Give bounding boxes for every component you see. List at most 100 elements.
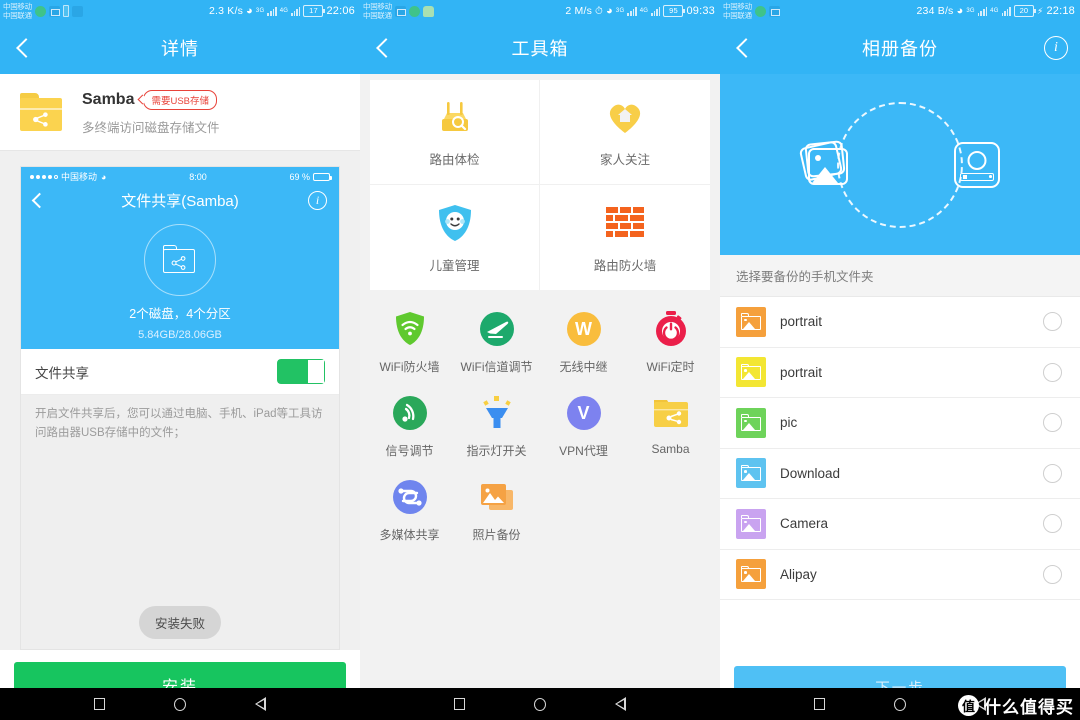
folder-list: portrait portrait pic Download Camera Al… <box>720 297 1080 656</box>
net-type-1: 3G <box>255 8 265 14</box>
tile-media-share[interactable]: 多媒体共享 <box>366 472 453 552</box>
network-speed-2: 2 M/s <box>565 5 593 17</box>
folder-row-camera[interactable]: Camera <box>720 499 1080 550</box>
clock-2: 09:33 <box>686 5 715 17</box>
battery-app-icon <box>62 5 69 17</box>
file-share-label: 文件共享 <box>35 365 89 381</box>
nav-section-2 <box>360 688 720 720</box>
square-recents-icon[interactable] <box>814 698 826 710</box>
grid-item-router-firewall[interactable]: 路由防火墙 <box>540 185 710 290</box>
triangle-back-icon[interactable] <box>254 697 266 711</box>
back-button-1[interactable] <box>0 22 48 74</box>
status-right-2: 2 M/s ⏱ ◕ 3G 4G 95 09:33 <box>565 5 715 17</box>
battery-level-1: 17 <box>303 5 326 17</box>
share-glyph-icon <box>33 112 48 127</box>
tile-samba[interactable]: Samba <box>627 388 714 468</box>
carrier-line-1: 中国移动 <box>723 2 752 11</box>
w-circle-icon: W <box>564 309 604 349</box>
tile-vpn-proxy[interactable]: V VPN代理 <box>540 388 627 468</box>
ios-screenshot-preview: 中国移动 ◕ 8:00 69 % 文件共享(Samba) i 2个磁盘，4个分区… <box>21 167 339 349</box>
page-title-2: 工具箱 <box>511 39 569 59</box>
wifi-icon: ◕ <box>246 4 253 17</box>
grid-item-router-checkup[interactable]: 路由体检 <box>370 80 540 185</box>
grid-label: 路由体检 <box>429 153 480 167</box>
info-button[interactable]: i <box>1044 36 1068 60</box>
mail-notify-icon <box>48 5 60 17</box>
folder-image-icon <box>736 306 766 337</box>
file-share-row[interactable]: 文件共享 <box>21 349 339 395</box>
wifi-shield-icon <box>390 309 430 349</box>
signal-bars-icon-a <box>267 6 277 16</box>
folder-row-alipay[interactable]: Alipay <box>720 550 1080 600</box>
tile-wireless-relay[interactable]: W 无线中继 <box>540 304 627 384</box>
charging-icon: ⚡ <box>1036 5 1044 16</box>
folder-row-portrait-1[interactable]: portrait <box>720 297 1080 348</box>
tile-led-switch[interactable]: 指示灯开关 <box>453 388 540 468</box>
tile-wifi-timer[interactable]: WiFi定时 <box>627 304 714 384</box>
folder-radio[interactable] <box>1043 413 1062 433</box>
grid-label: 路由防火墙 <box>593 258 657 273</box>
triangle-back-icon[interactable] <box>614 697 626 711</box>
folder-radio[interactable] <box>1043 362 1062 382</box>
folder-image-icon <box>736 357 766 388</box>
notification-icons-2 <box>394 5 434 17</box>
grid-item-family-care[interactable]: 家人关注 <box>540 80 710 185</box>
folder-outline-icon <box>163 245 197 275</box>
square-recents-icon[interactable] <box>454 698 466 710</box>
clock-3: 22:18 <box>1046 5 1075 17</box>
tile-photo-backup[interactable]: 照片备份 <box>453 472 540 552</box>
tile-label: WiFi信道调节 <box>460 360 533 374</box>
net-type-2: 4G <box>279 8 289 14</box>
net-type-2: 4G <box>639 8 649 14</box>
tile-label: 信号调节 <box>385 444 434 458</box>
photo-stack-icon <box>798 139 854 190</box>
tile-label: 指示灯开关 <box>466 444 527 458</box>
folder-name: Alipay <box>780 566 817 582</box>
back-button-2[interactable] <box>360 22 408 74</box>
disk-summary: 2个磁盘，4个分区 <box>129 307 231 321</box>
app-bar-3: 相册备份 i <box>720 22 1080 74</box>
folder-row-download[interactable]: Download <box>720 449 1080 499</box>
folder-radio[interactable] <box>1043 463 1062 483</box>
app-bar-1: 详情 <box>0 22 360 74</box>
carrier-label-3: 中国移动 中国联通 <box>723 2 752 20</box>
folder-row-pic[interactable]: pic <box>720 398 1080 449</box>
nav-section-1 <box>0 688 360 720</box>
disk-ring <box>144 224 216 296</box>
watermark-logo: 值 <box>958 695 979 716</box>
network-speed-3: 234 B/s <box>916 5 954 17</box>
brick-firewall-icon <box>603 202 647 244</box>
folder-radio[interactable] <box>1043 514 1062 534</box>
grid-item-child-control[interactable]: 儿童管理 <box>370 185 540 290</box>
folder-radio[interactable] <box>1043 312 1062 332</box>
feature-grid: 路由体检 家人关注 儿童管理 路由防火墙 <box>370 80 710 290</box>
status-bar-3: 中国移动 中国联通 234 B/s ◕ 3G 4G 20 ⚡ 22:18 <box>720 0 1080 22</box>
app-title-row: Samba 需要USB存储 <box>82 90 220 110</box>
media-share-icon <box>390 477 430 517</box>
carrier-line-1: 中国移动 <box>3 2 32 11</box>
tile-wifi-channel[interactable]: WiFi信道调节 <box>453 304 540 384</box>
tile-wifi-firewall[interactable]: WiFi防火墙 <box>366 304 453 384</box>
tile-label: Samba <box>651 442 690 456</box>
status-bar-2: 中国移动 中国联通 2 M/s ⏱ ◕ 3G 4G 95 09:33 <box>360 0 720 22</box>
ios-title: 文件共享(Samba) <box>121 192 239 210</box>
circle-home-icon[interactable] <box>173 697 186 711</box>
back-button-3[interactable] <box>720 22 768 74</box>
ios-preview-body: 2个磁盘，4个分区 5.84GB/28.06GB <box>21 216 339 349</box>
app-name: Samba <box>82 91 135 108</box>
carrier-line-2: 中国联通 <box>363 11 392 20</box>
circle-home-icon[interactable] <box>533 697 546 711</box>
network-speed-1: 2.3 K/s <box>208 5 244 17</box>
file-share-toggle[interactable] <box>277 359 325 384</box>
notification-icons-1 <box>34 5 83 17</box>
folder-row-portrait-2[interactable]: portrait <box>720 348 1080 398</box>
timer-power-icon <box>651 309 691 349</box>
folder-radio[interactable] <box>1043 564 1062 584</box>
ios-info-icon: i <box>308 190 327 210</box>
circle-home-icon[interactable] <box>893 697 906 711</box>
app-bar-2: 工具箱 <box>360 22 720 74</box>
square-recents-icon[interactable] <box>94 698 106 710</box>
tile-signal-adjust[interactable]: 信号调节 <box>366 388 453 468</box>
tile-label: WiFi定时 <box>646 360 695 374</box>
page-title-3: 相册备份 <box>862 39 938 59</box>
